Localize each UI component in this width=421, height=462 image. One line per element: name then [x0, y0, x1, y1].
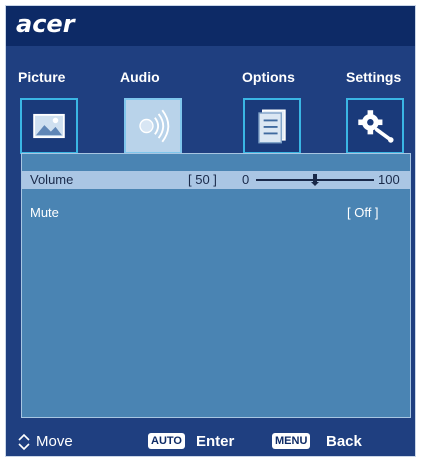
settings-icon	[358, 110, 394, 143]
mute-value: [ Off ]	[347, 205, 379, 220]
volume-min-label: 0	[242, 172, 250, 187]
tab-settings[interactable]	[346, 98, 404, 154]
tab-settings-label[interactable]: Settings	[346, 69, 401, 85]
audio-icon	[139, 109, 170, 143]
brand-bar: acer	[6, 6, 415, 46]
volume-row[interactable]: Volume [ 50 ] 0 100	[22, 171, 410, 189]
audio-settings-panel: Volume [ 50 ] 0 100 Mute [ Off ]	[21, 153, 411, 418]
volume-thumb[interactable]	[313, 174, 317, 182]
back-label: Back	[326, 433, 362, 450]
osd-menu: acer Picture Audio Options Settings Volu…	[5, 5, 416, 457]
tab-options-label[interactable]: Options	[242, 69, 295, 85]
move-label: Move	[36, 433, 73, 450]
footer-help: Move AUTO Enter MENU Back	[6, 424, 415, 456]
volume-value: [ 50 ]	[188, 172, 217, 187]
auto-key-badge: AUTO	[148, 433, 185, 449]
enter-label: Enter	[196, 433, 235, 450]
tab-audio[interactable]	[124, 98, 182, 154]
options-icon	[258, 109, 286, 144]
move-arrows-icon	[18, 433, 30, 451]
tab-options[interactable]	[243, 98, 301, 154]
tab-audio-label[interactable]: Audio	[120, 69, 160, 85]
acer-logo: acer	[16, 10, 75, 38]
picture-icon	[33, 113, 65, 139]
volume-slider[interactable]: 0 100	[242, 171, 408, 189]
tab-picture[interactable]	[20, 98, 78, 154]
mute-row[interactable]: Mute [ Off ]	[22, 204, 410, 222]
tab-picture-label[interactable]: Picture	[18, 69, 65, 85]
volume-max-label: 100	[378, 172, 400, 187]
volume-label: Volume	[30, 172, 74, 187]
mute-label: Mute	[30, 205, 59, 220]
menu-key-badge: MENU	[272, 433, 311, 449]
volume-thumb-tip	[311, 182, 319, 186]
